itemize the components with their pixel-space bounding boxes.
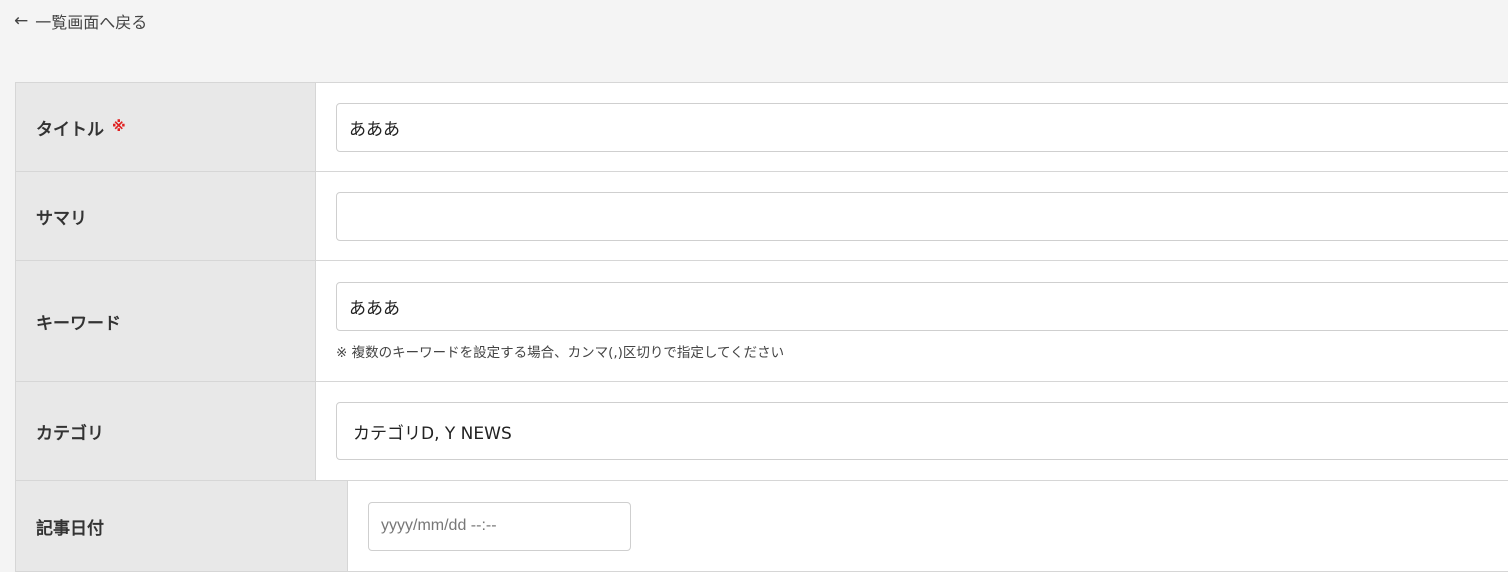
keywords-label: キーワード: [36, 313, 121, 334]
keywords-row: キーワード ※ 複数のキーワードを設定する場合、カンマ(,)区切りで指定してくだ…: [16, 261, 1508, 382]
title-input[interactable]: [336, 102, 1508, 152]
required-mark: ※: [112, 119, 126, 135]
article-date-input[interactable]: [368, 501, 631, 551]
article-date-label-cell: 記事日付: [16, 481, 348, 571]
summary-row: サマリ: [16, 172, 1508, 261]
article-form-table: タイトル ※ サマリ キーワード ※ 複数のキーワードを設定する場合、カンマ(,…: [15, 82, 1508, 572]
back-to-list-label: 一覧画面へ戻る: [35, 13, 148, 32]
category-value-cell: カテゴリD, Y NEWS: [316, 382, 1508, 480]
category-row: カテゴリ カテゴリD, Y NEWS: [16, 382, 1508, 481]
summary-label: サマリ: [36, 208, 87, 229]
keywords-input[interactable]: [336, 281, 1508, 331]
arrow-left-icon: ←: [14, 10, 29, 31]
article-date-row: 記事日付: [16, 481, 1508, 572]
summary-value-cell: [316, 172, 1508, 260]
category-selected-value: カテゴリD, Y NEWS: [353, 423, 512, 444]
keywords-value-cell: ※ 複数のキーワードを設定する場合、カンマ(,)区切りで指定してください: [316, 261, 1508, 381]
category-label: カテゴリ: [36, 423, 104, 444]
keywords-hint: ※ 複数のキーワードを設定する場合、カンマ(,)区切りで指定してください: [336, 344, 785, 361]
article-date-value-cell: [348, 481, 1508, 571]
article-date-label: 記事日付: [36, 518, 104, 539]
title-label: タイトル: [36, 119, 104, 140]
category-label-cell: カテゴリ: [16, 382, 316, 480]
title-label-cell: タイトル ※: [16, 83, 316, 171]
title-row: タイトル ※: [16, 83, 1508, 172]
summary-input[interactable]: [336, 191, 1508, 241]
title-value-cell: [316, 83, 1508, 171]
back-to-list-link[interactable]: ← 一覧画面へ戻る: [14, 9, 147, 33]
summary-label-cell: サマリ: [16, 172, 316, 260]
category-select[interactable]: カテゴリD, Y NEWS: [336, 402, 1508, 460]
keywords-label-cell: キーワード: [16, 261, 316, 381]
